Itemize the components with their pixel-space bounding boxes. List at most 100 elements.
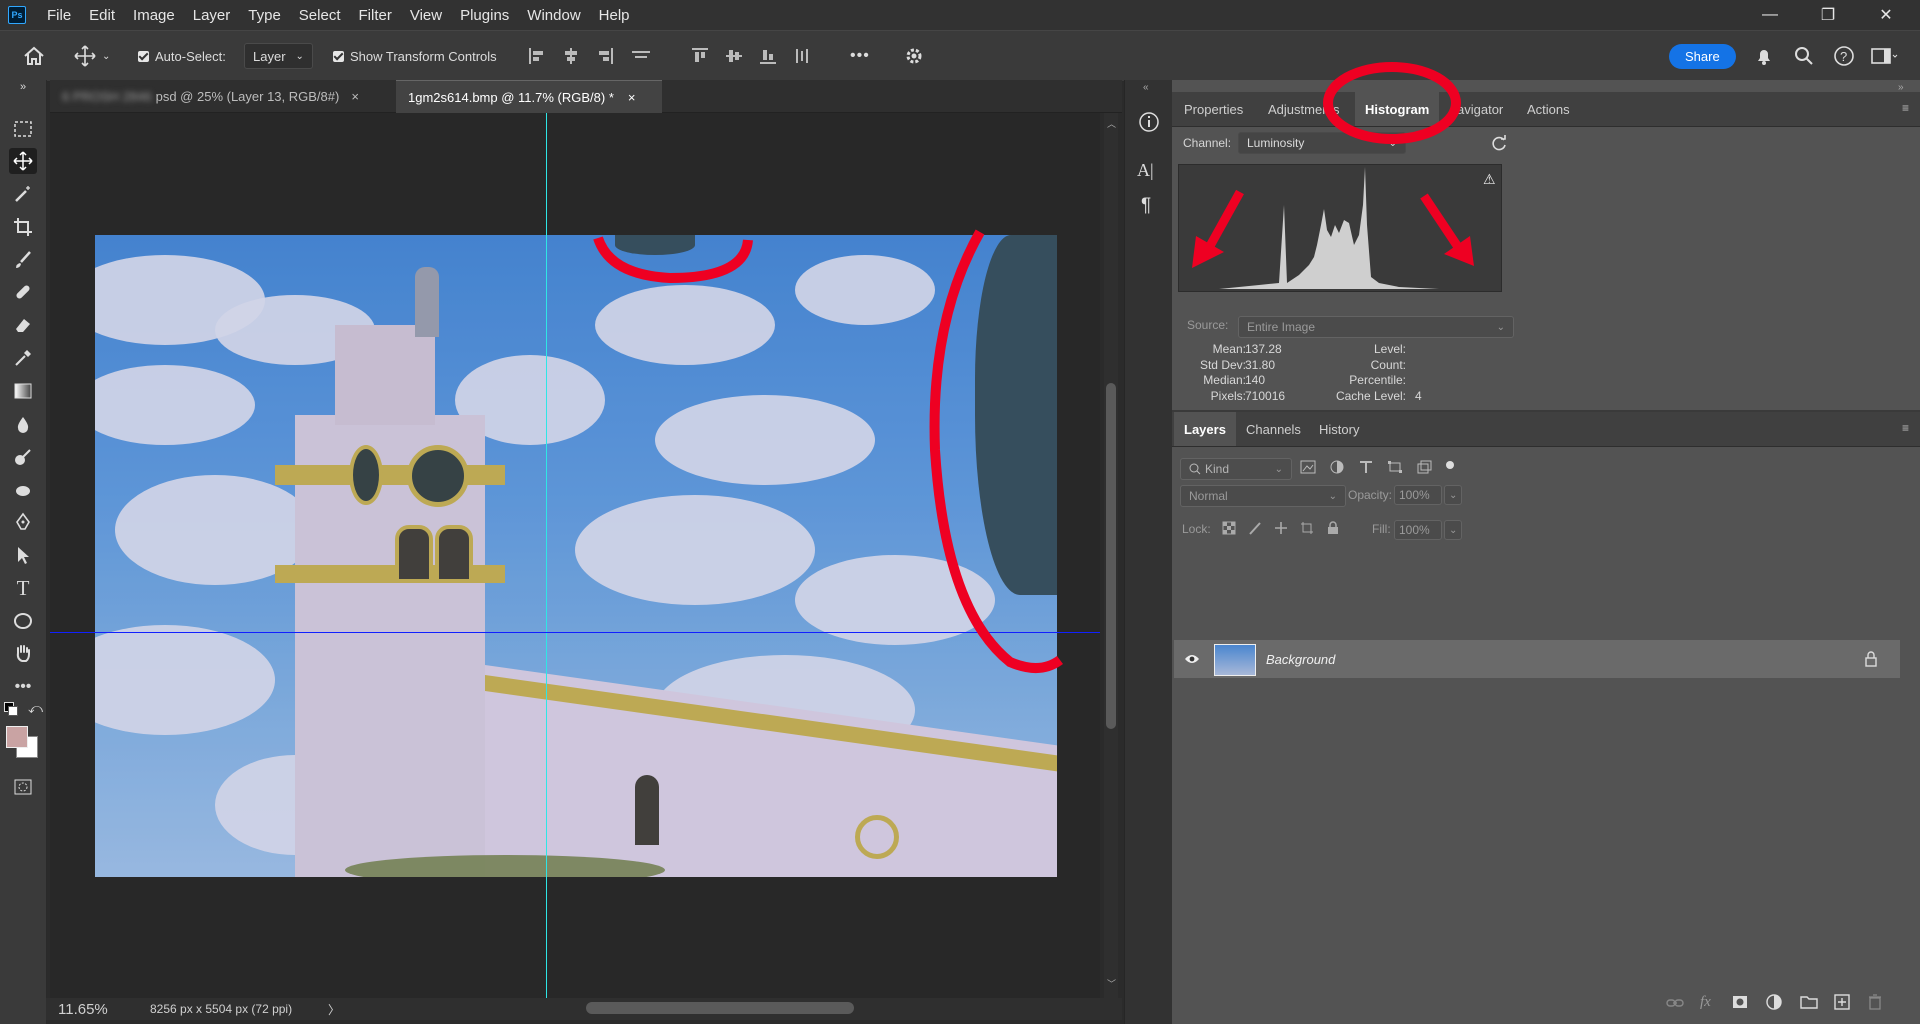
align-left-icon[interactable] xyxy=(527,46,547,66)
help-button[interactable]: ? xyxy=(1833,31,1855,81)
menu-window[interactable]: Window xyxy=(518,7,589,24)
hand-tool[interactable] xyxy=(9,640,37,666)
collapse-icon[interactable]: « xyxy=(1143,82,1149,93)
distribute-v-icon[interactable] xyxy=(792,46,812,66)
menu-view[interactable]: View xyxy=(401,7,451,24)
vertical-scrollbar[interactable]: ︿ ﹀ xyxy=(1104,113,1118,998)
eyedropper-tool[interactable] xyxy=(9,345,37,371)
type-tool[interactable]: T xyxy=(9,575,37,601)
type-filter-icon[interactable] xyxy=(1358,460,1374,474)
lock-artboard-icon[interactable] xyxy=(1300,521,1314,535)
quick-mask-button[interactable] xyxy=(9,774,37,800)
mask-icon[interactable] xyxy=(1732,995,1748,1009)
pen-tool[interactable] xyxy=(9,509,37,535)
fill-dropdown[interactable]: ⌄ xyxy=(1444,520,1462,540)
move-tool-preset[interactable]: ⌄ xyxy=(74,31,110,81)
paragraph-panel-icon[interactable]: ¶ xyxy=(1141,195,1165,219)
info-panel-button[interactable] xyxy=(1137,110,1161,134)
opacity-dropdown[interactable]: ⌄ xyxy=(1444,485,1462,505)
document-tab-1[interactable]: 6 PROSH 2846 psd @ 25% (Layer 13, RGB/8#… xyxy=(50,80,442,112)
fx-icon[interactable]: fx xyxy=(1700,994,1711,1011)
workspace-button[interactable] xyxy=(1870,31,1898,81)
marquee-tool[interactable] xyxy=(9,116,37,142)
document-image[interactable] xyxy=(95,235,1057,877)
menu-edit[interactable]: Edit xyxy=(80,7,124,24)
layer-kind-filter[interactable]: Kind ⌄ xyxy=(1180,458,1292,480)
tab-channels[interactable]: Channels xyxy=(1236,412,1311,446)
foreground-color-swatch[interactable] xyxy=(6,726,28,748)
eraser-tool[interactable] xyxy=(9,312,37,338)
tab-actions[interactable]: Actions xyxy=(1517,92,1580,126)
tab-histogram[interactable]: Histogram xyxy=(1355,92,1440,126)
minimize-button[interactable]: — xyxy=(1742,0,1798,30)
tab-properties[interactable]: Properties xyxy=(1174,92,1253,126)
distribute-h-icon[interactable] xyxy=(629,46,653,66)
close-button[interactable]: ✕ xyxy=(1858,0,1914,30)
menu-type[interactable]: Type xyxy=(239,7,290,24)
brush-tool[interactable] xyxy=(9,247,37,273)
collapse-toolbar-icon[interactable]: » xyxy=(9,80,37,94)
more-tools-button[interactable]: ••• xyxy=(9,674,37,700)
adjustment-filter-icon[interactable] xyxy=(1329,460,1345,474)
horizontal-scroll-thumb[interactable] xyxy=(586,1002,854,1014)
auto-select-dropdown[interactable]: Layer ⌄ xyxy=(244,43,313,69)
align-center-h-icon[interactable] xyxy=(561,46,581,66)
layer-name[interactable]: Background xyxy=(1266,652,1335,667)
channel-dropdown[interactable]: Luminosity ⌄ xyxy=(1238,132,1406,154)
scroll-up-icon[interactable]: ︿ xyxy=(1107,117,1116,130)
ellipse-tool[interactable] xyxy=(9,608,37,634)
default-colors-icon[interactable] xyxy=(4,702,18,716)
move-tool[interactable] xyxy=(9,148,37,174)
fill-field[interactable]: 100% xyxy=(1394,520,1442,540)
close-tab-icon[interactable]: × xyxy=(628,90,636,105)
vertical-scroll-thumb[interactable] xyxy=(1106,383,1116,729)
lock-pixels-icon[interactable] xyxy=(1248,521,1262,535)
tab-navigator[interactable]: avigator xyxy=(1447,92,1513,126)
link-icon[interactable] xyxy=(1666,996,1684,1010)
magic-wand-tool[interactable] xyxy=(9,181,37,207)
zoom-level[interactable]: 11.65% xyxy=(58,1001,108,1018)
filter-toggle-icon[interactable] xyxy=(1445,460,1455,474)
align-middle-icon[interactable] xyxy=(724,46,744,66)
dodge-tool[interactable] xyxy=(9,444,37,470)
lock-all-icon[interactable] xyxy=(1326,521,1340,535)
folder-icon[interactable] xyxy=(1800,995,1818,1009)
refresh-button[interactable] xyxy=(1490,134,1508,155)
lock-transparent-icon[interactable] xyxy=(1222,521,1236,535)
blend-mode-dropdown[interactable]: Normal ⌄ xyxy=(1180,485,1346,507)
smart-object-filter-icon[interactable] xyxy=(1416,460,1432,474)
notifications-button[interactable] xyxy=(1754,31,1774,81)
opacity-field[interactable]: 100% xyxy=(1394,485,1442,505)
tab-history[interactable]: History xyxy=(1309,412,1369,446)
gradient-tool[interactable] xyxy=(9,378,37,404)
shape-filter-icon[interactable] xyxy=(1387,460,1403,474)
menu-plugins[interactable]: Plugins xyxy=(451,7,518,24)
menu-image[interactable]: Image xyxy=(124,7,184,24)
status-menu-icon[interactable]: 〉 xyxy=(328,1001,340,1018)
character-panel-icon[interactable]: A| xyxy=(1137,160,1161,184)
search-button[interactable] xyxy=(1794,31,1814,81)
menu-file[interactable]: File xyxy=(38,7,80,24)
auto-select-checkbox[interactable]: Auto-Select: xyxy=(138,31,226,81)
eye-icon[interactable] xyxy=(1184,653,1200,665)
adjustment-icon[interactable] xyxy=(1766,994,1782,1010)
panel-menu-icon[interactable]: ≡ xyxy=(1902,421,1909,435)
healing-tool[interactable] xyxy=(9,279,37,305)
panel-menu-icon[interactable]: ≡ xyxy=(1902,101,1909,115)
swap-colors-icon[interactable]: ⤺ xyxy=(28,700,43,717)
close-tab-icon[interactable]: × xyxy=(351,89,359,104)
source-dropdown[interactable]: Entire Image ⌄ xyxy=(1238,316,1514,338)
document-tab-2[interactable]: 1gm2s614.bmp @ 11.7% (RGB/8) * × xyxy=(396,80,662,113)
align-right-icon[interactable] xyxy=(595,46,615,66)
menu-select[interactable]: Select xyxy=(290,7,350,24)
trash-icon[interactable] xyxy=(1868,994,1882,1010)
scroll-down-icon[interactable]: ﹀ xyxy=(1107,977,1116,990)
blur-tool[interactable] xyxy=(9,412,37,438)
align-top-icon[interactable] xyxy=(690,46,710,66)
path-selection-tool[interactable] xyxy=(9,542,37,568)
align-bottom-icon[interactable] xyxy=(758,46,778,66)
home-button[interactable] xyxy=(22,31,46,81)
new-layer-icon[interactable] xyxy=(1834,994,1850,1010)
show-transform-checkbox[interactable]: Show Transform Controls xyxy=(333,31,497,81)
tab-layers[interactable]: Layers xyxy=(1174,412,1236,446)
